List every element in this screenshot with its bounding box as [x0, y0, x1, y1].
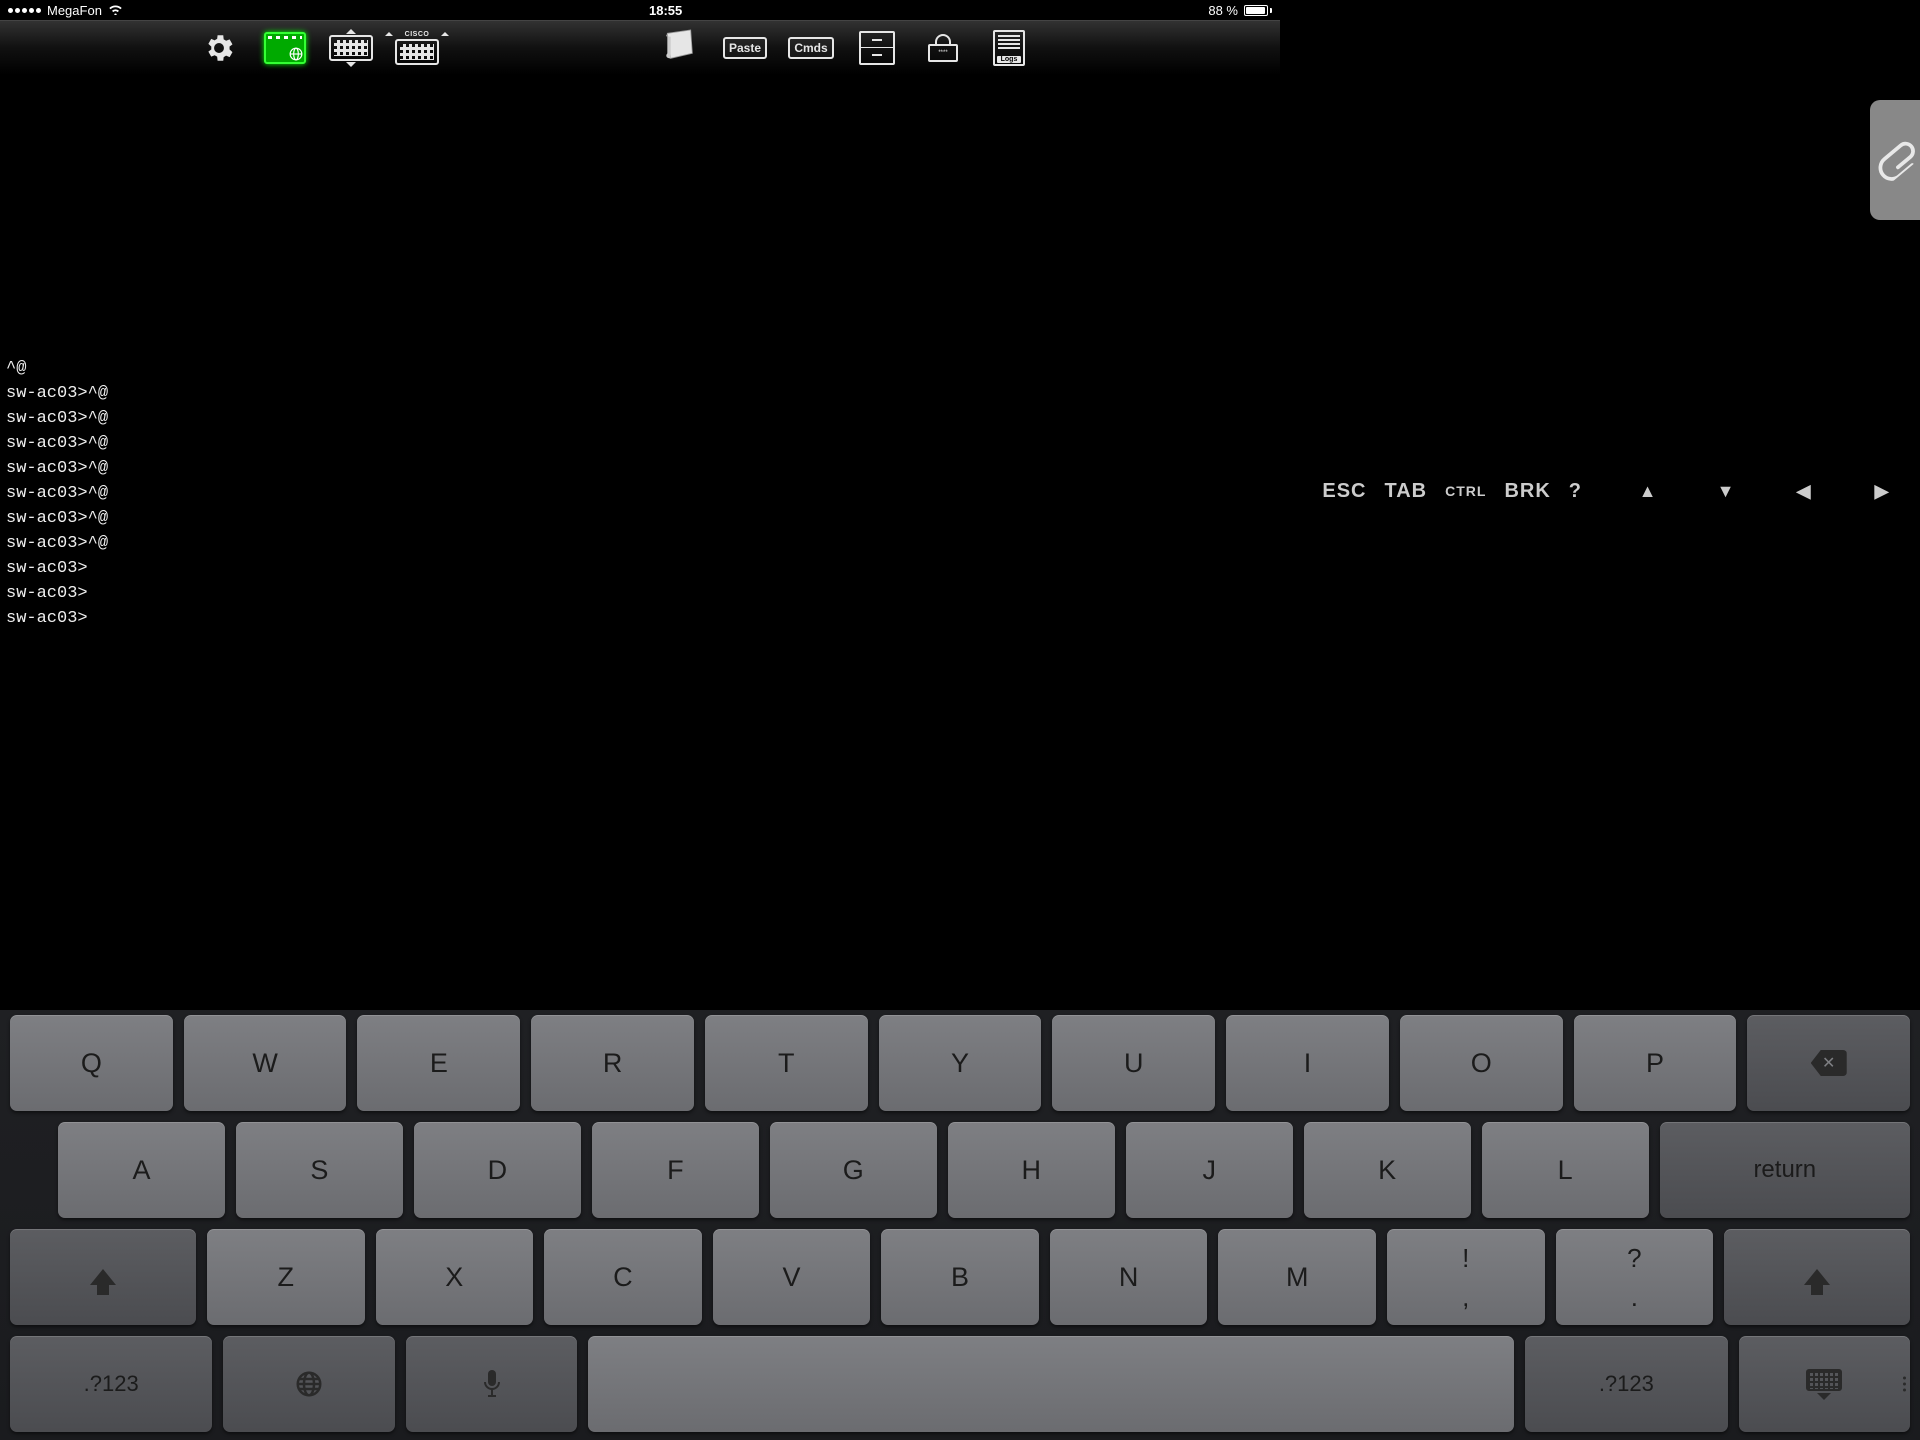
- status-time: 18:55: [649, 3, 682, 18]
- key-f[interactable]: F: [592, 1122, 759, 1218]
- arrow-right-key[interactable]: ▶: [1870, 481, 1894, 502]
- battery-percent: 88 %: [1208, 3, 1238, 18]
- key-o[interactable]: O: [1400, 1015, 1563, 1111]
- keyboard-toggle-button[interactable]: [327, 29, 375, 67]
- key-e[interactable]: E: [357, 1015, 520, 1111]
- key-x[interactable]: X: [376, 1229, 534, 1325]
- key-m[interactable]: M: [1218, 1229, 1376, 1325]
- return-key[interactable]: return: [1660, 1122, 1910, 1218]
- key-q[interactable]: Q: [10, 1015, 173, 1111]
- gear-icon: [202, 31, 236, 65]
- settings-button[interactable]: [195, 29, 243, 67]
- space-key[interactable]: [588, 1336, 1514, 1432]
- key-v[interactable]: V: [713, 1229, 871, 1325]
- key-u[interactable]: U: [1052, 1015, 1215, 1111]
- arrow-up-key[interactable]: ▲: [1636, 481, 1660, 502]
- shift-left-key[interactable]: [10, 1229, 196, 1325]
- key-r[interactable]: R: [531, 1015, 694, 1111]
- script-button[interactable]: [655, 29, 703, 67]
- arrow-down-key[interactable]: ▼: [1714, 481, 1738, 502]
- key-l[interactable]: L: [1482, 1122, 1649, 1218]
- sessions-button[interactable]: [853, 29, 901, 67]
- status-right: 88 %: [1208, 3, 1272, 18]
- globe-key[interactable]: [223, 1336, 394, 1432]
- keyboard-icon: [329, 29, 373, 67]
- key-d[interactable]: D: [414, 1122, 581, 1218]
- shift-right-key[interactable]: [1724, 1229, 1910, 1325]
- commands-button[interactable]: Cmds: [787, 29, 835, 67]
- terminal-globe-icon: [264, 32, 306, 64]
- ctrl-key[interactable]: CTRL: [1445, 483, 1486, 499]
- paperclip-icon: [1866, 132, 1920, 187]
- numsym-left-key[interactable]: .?123: [10, 1336, 212, 1432]
- credentials-button[interactable]: ****: [919, 29, 967, 67]
- cisco-keyboard-icon: CISCO: [385, 31, 450, 65]
- backspace-key[interactable]: ✕: [1747, 1015, 1910, 1111]
- app-toolbar: CISCO Paste Cmds ****: [0, 20, 1280, 75]
- key-comma[interactable]: !,: [1387, 1229, 1545, 1325]
- lock-icon: ****: [928, 34, 958, 62]
- numsym-right-key[interactable]: .?123: [1525, 1336, 1727, 1432]
- cisco-keyboard-button[interactable]: CISCO: [393, 29, 441, 67]
- key-g[interactable]: G: [770, 1122, 937, 1218]
- key-t[interactable]: T: [705, 1015, 868, 1111]
- key-h[interactable]: H: [948, 1122, 1115, 1218]
- key-b[interactable]: B: [881, 1229, 1039, 1325]
- wifi-icon: [108, 3, 123, 18]
- key-w[interactable]: W: [184, 1015, 347, 1111]
- key-z[interactable]: Z: [207, 1229, 365, 1325]
- carrier-label: MegaFon: [47, 3, 102, 18]
- scroll-icon: [659, 25, 699, 70]
- key-period[interactable]: ?.: [1556, 1229, 1714, 1325]
- key-k[interactable]: K: [1304, 1122, 1471, 1218]
- onscreen-keyboard: QWERTYUIOP✕ ASDFGHJKLreturn ZXCVBNM!,?. …: [0, 1010, 1920, 1440]
- status-left: MegaFon: [8, 3, 123, 18]
- arrow-left-key[interactable]: ◀: [1792, 481, 1816, 502]
- cmds-icon: Cmds: [788, 37, 833, 59]
- connection-button[interactable]: [261, 29, 309, 67]
- hide-keyboard-key[interactable]: [1739, 1336, 1910, 1432]
- key-i[interactable]: I: [1226, 1015, 1389, 1111]
- key-a[interactable]: A: [58, 1122, 225, 1218]
- logs-button[interactable]: Logs: [985, 29, 1033, 67]
- status-bar: MegaFon 18:55 88 %: [0, 0, 1280, 20]
- paste-icon: Paste: [723, 37, 767, 59]
- key-j[interactable]: J: [1126, 1122, 1293, 1218]
- esc-key[interactable]: ESC: [1322, 480, 1366, 503]
- key-p[interactable]: P: [1574, 1015, 1737, 1111]
- key-y[interactable]: Y: [879, 1015, 1042, 1111]
- key-c[interactable]: C: [544, 1229, 702, 1325]
- key-s[interactable]: S: [236, 1122, 403, 1218]
- paste-button[interactable]: Paste: [721, 29, 769, 67]
- side-clip-tab[interactable]: [1870, 100, 1920, 220]
- dictation-key[interactable]: [406, 1336, 577, 1432]
- question-key[interactable]: ?: [1569, 480, 1582, 503]
- file-cabinet-icon: [859, 31, 895, 65]
- logs-icon: Logs: [993, 30, 1025, 66]
- tab-key[interactable]: TAB: [1384, 480, 1427, 503]
- key-n[interactable]: N: [1050, 1229, 1208, 1325]
- battery-icon: [1244, 5, 1272, 16]
- signal-dots-icon: [8, 8, 41, 13]
- special-keys-row: ESC TAB CTRL BRK ? ▲ ▼ ◀ ▶: [0, 471, 1920, 511]
- brk-key[interactable]: BRK: [1504, 480, 1550, 503]
